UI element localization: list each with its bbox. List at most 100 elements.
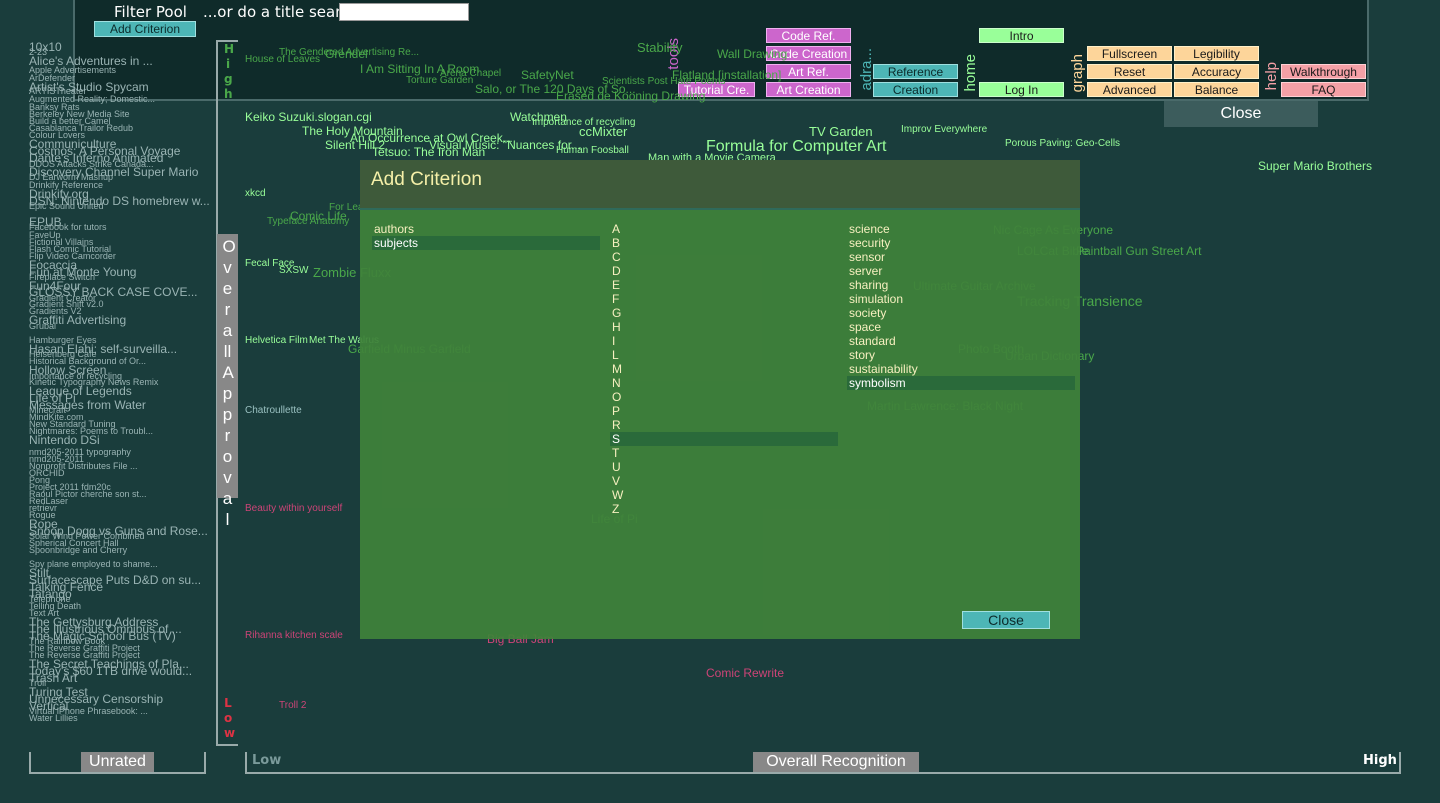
toolbar-close-button[interactable]: Close bbox=[1164, 101, 1318, 127]
letter-option[interactable]: N bbox=[610, 376, 838, 390]
filter-pool-label: Filter Pool bbox=[114, 3, 187, 21]
letter-option[interactable]: L bbox=[610, 348, 838, 362]
letter-option[interactable]: F bbox=[610, 292, 838, 306]
cloud-project-title[interactable]: TV Garden bbox=[809, 124, 873, 139]
dialog-close-button[interactable]: Close bbox=[962, 611, 1050, 629]
art-creation-button[interactable]: Art Creation bbox=[766, 82, 851, 97]
add-criterion-button[interactable]: Add Criterion bbox=[94, 21, 196, 37]
cloud-project-title[interactable]: Typeface Anatomy bbox=[267, 216, 349, 227]
cloud-project-title[interactable]: Super Mario Brothers bbox=[1258, 159, 1372, 173]
letter-option[interactable]: R bbox=[610, 418, 838, 432]
subject-option[interactable]: sustainability bbox=[847, 362, 1075, 376]
letter-option[interactable]: V bbox=[610, 474, 838, 488]
code-reference-button[interactable]: Code Ref. bbox=[766, 28, 851, 43]
subject-option[interactable]: security bbox=[847, 236, 1075, 250]
cloud-project-title[interactable]: Troll 2 bbox=[279, 700, 306, 711]
letter-option[interactable]: P bbox=[610, 404, 838, 418]
cloud-project-title[interactable]: Erased de Kooning Drawing bbox=[556, 89, 705, 103]
letter-option[interactable]: M bbox=[610, 362, 838, 376]
advanced-button[interactable]: Advanced bbox=[1087, 82, 1172, 97]
cloud-project-title[interactable]: Wall Drawing bbox=[717, 47, 787, 61]
unrated-list-item[interactable]: Grubal bbox=[29, 322, 56, 331]
subject-option[interactable]: standard bbox=[847, 334, 1075, 348]
cloud-project-title[interactable]: Beauty within yourself bbox=[245, 503, 342, 514]
cloud-project-title[interactable]: Grendel bbox=[325, 47, 368, 61]
letter-option[interactable]: E bbox=[610, 278, 838, 292]
fullscreen-button[interactable]: Fullscreen bbox=[1087, 46, 1172, 61]
unrated-list-item[interactable]: Nintendo DSi bbox=[29, 434, 100, 446]
x-axis-title: Overall Recognition bbox=[753, 752, 919, 772]
cloud-project-title[interactable]: SafetyNet bbox=[521, 68, 574, 82]
cloud-project-title[interactable]: Flatland [installation] bbox=[672, 68, 781, 82]
reset-button[interactable]: Reset bbox=[1087, 64, 1172, 79]
letter-option[interactable]: Z bbox=[610, 502, 838, 516]
letter-option[interactable]: B bbox=[610, 236, 838, 250]
legibility-button[interactable]: Legibility bbox=[1174, 46, 1259, 61]
unrated-list-item[interactable]: Spoonbridge and Cherry bbox=[29, 546, 127, 555]
accuracy-button[interactable]: Accuracy bbox=[1174, 64, 1259, 79]
category-option[interactable]: authors bbox=[372, 222, 600, 236]
subject-option[interactable]: space bbox=[847, 320, 1075, 334]
letter-option[interactable]: C bbox=[610, 250, 838, 264]
subject-option[interactable]: symbolism bbox=[847, 376, 1075, 390]
dialog-title: Add Criterion bbox=[371, 169, 482, 190]
walkthrough-button[interactable]: Walkthrough bbox=[1281, 64, 1366, 79]
title-search-input[interactable] bbox=[339, 3, 469, 21]
subject-option[interactable]: simulation bbox=[847, 292, 1075, 306]
cloud-project-title[interactable]: Helvetica Film bbox=[245, 335, 308, 346]
letter-option[interactable]: D bbox=[610, 264, 838, 278]
cloud-project-title[interactable]: Stability bbox=[637, 40, 683, 55]
x-axis-low-label: Low bbox=[252, 753, 282, 768]
letter-option[interactable]: I bbox=[610, 334, 838, 348]
subject-option[interactable]: society bbox=[847, 306, 1075, 320]
cloud-project-title[interactable]: xkcd bbox=[245, 188, 266, 199]
subject-option[interactable]: server bbox=[847, 264, 1075, 278]
balance-button[interactable]: Balance bbox=[1174, 82, 1259, 97]
cloud-project-title[interactable]: Chatroullette bbox=[245, 405, 302, 416]
cloud-project-title[interactable]: Comic Rewrite bbox=[706, 666, 784, 680]
y-axis-high-label: High bbox=[224, 42, 235, 101]
cloud-project-title[interactable]: Tetsuo: The Iron Man bbox=[372, 145, 485, 159]
creation-button[interactable]: Creation bbox=[873, 82, 958, 97]
cloud-project-title[interactable]: Rihanna kitchen scale bbox=[245, 630, 343, 641]
unrated-label: Unrated bbox=[81, 752, 154, 772]
subject-option[interactable]: sensor bbox=[847, 250, 1075, 264]
faq-button[interactable]: FAQ bbox=[1281, 82, 1366, 97]
intro-button[interactable]: Intro bbox=[979, 28, 1064, 43]
graph-section-label: graph bbox=[1069, 54, 1086, 93]
category-list: authors subjects bbox=[372, 222, 600, 250]
subject-option[interactable]: sharing bbox=[847, 278, 1075, 292]
y-axis-title-box: Overall Approval bbox=[217, 234, 238, 529]
value-list: science security sensor server sharing simula… bbox=[847, 222, 1075, 390]
letter-option[interactable]: U bbox=[610, 460, 838, 474]
unrated-list-item[interactable]: Epic Sound United bbox=[29, 202, 104, 211]
cloud-project-title[interactable]: House of Leaves bbox=[245, 54, 320, 65]
letter-option[interactable]: G bbox=[610, 306, 838, 320]
cloud-project-title[interactable]: SXSW bbox=[279, 265, 308, 276]
home-section-label: home bbox=[962, 54, 979, 92]
subject-option[interactable]: science bbox=[847, 222, 1075, 236]
letter-option[interactable]: T bbox=[610, 446, 838, 460]
x-axis-high-label: High bbox=[1363, 753, 1397, 768]
letter-option[interactable]: S bbox=[610, 432, 838, 446]
letter-list: ABCDEFGHILMNOPRSTUVWZ bbox=[610, 222, 838, 516]
subject-option[interactable]: story bbox=[847, 348, 1075, 362]
letter-option[interactable]: O bbox=[610, 390, 838, 404]
category-option[interactable]: subjects bbox=[372, 236, 600, 250]
cloud-project-title[interactable]: Improv Everywhere bbox=[901, 124, 987, 135]
reference-button[interactable]: Reference bbox=[873, 64, 958, 79]
letter-option[interactable]: W bbox=[610, 488, 838, 502]
cloud-project-title[interactable]: Torture Garden bbox=[406, 75, 473, 86]
cloud-project-title[interactable]: ccMixter bbox=[579, 124, 627, 139]
cloud-project-title[interactable]: Paintball Gun Street Art bbox=[1076, 244, 1201, 258]
log-in-button[interactable]: Log In bbox=[979, 82, 1064, 97]
help-section-label: help bbox=[1263, 62, 1280, 91]
y-axis-title: Overall Approval bbox=[222, 237, 236, 529]
cloud-project-title[interactable]: Keiko Suzuki.slogan.cgi bbox=[245, 110, 372, 124]
letter-option[interactable]: H bbox=[610, 320, 838, 334]
cloud-project-title[interactable]: Human Foosball bbox=[556, 145, 629, 156]
unrated-list-item[interactable]: Water Lillies bbox=[29, 714, 78, 723]
letter-option[interactable]: A bbox=[610, 222, 838, 236]
y-axis-foot bbox=[216, 744, 238, 746]
cloud-project-title[interactable]: Porous Paving: Geo-Cells bbox=[1005, 138, 1120, 149]
